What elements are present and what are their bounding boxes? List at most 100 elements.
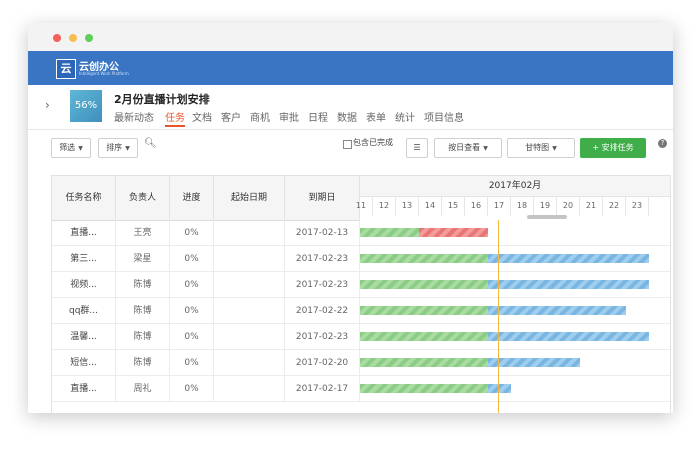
progress-cell: 0% — [170, 324, 214, 350]
maximize-window-button[interactable] — [85, 34, 93, 42]
gantt-table: 任务名称 负责人 进度 起始日期 到期日 2017年02月 11 12 13 14 15… — [51, 175, 671, 413]
gantt-bar-done[interactable] — [360, 228, 419, 237]
gantt-day-cell: 20 — [557, 196, 580, 216]
include-completed-checkbox[interactable] — [343, 140, 352, 149]
chart-type-select[interactable]: 甘特图 ▼ — [507, 138, 575, 158]
list-view-button[interactable]: ☰ — [406, 138, 428, 158]
table-row[interactable]: 第三... 梁星 0% 2017-02-23 — [52, 246, 670, 272]
chevron-down-icon: ▼ — [552, 145, 557, 152]
table-row[interactable]: qq群... 陈博 0% 2017-02-22 — [52, 298, 670, 324]
gantt-bar-done[interactable] — [360, 280, 488, 289]
gantt-day-cell: 22 — [603, 196, 626, 216]
owner-cell: 陈博 — [116, 272, 170, 298]
due-date-cell: 2017-02-22 — [285, 298, 360, 324]
gantt-day-cell: 15 — [442, 196, 465, 216]
tab-approval[interactable]: 审批 — [279, 109, 299, 124]
task-name-cell: 第三... — [52, 246, 116, 272]
owner-cell: 周礼 — [116, 376, 170, 402]
gantt-bar-done[interactable] — [360, 332, 488, 341]
gantt-bar-remaining[interactable] — [488, 254, 649, 263]
gantt-day-cell: 13 — [396, 196, 419, 216]
gantt-bar-remaining[interactable] — [488, 384, 511, 393]
app-header: 云 云创办公 Intelligent Work Platform — [28, 51, 673, 85]
table-row[interactable]: 短信... 陈博 0% 2017-02-20 — [52, 350, 670, 376]
view-by-label: 按日查看 — [448, 143, 481, 152]
filter-label: 筛选 — [59, 143, 76, 152]
header-task-name[interactable]: 任务名称 — [52, 176, 116, 220]
owner-cell: 陈博 — [116, 298, 170, 324]
header-start-date[interactable]: 起始日期 — [214, 176, 285, 220]
gantt-horizontal-scrollbar[interactable] — [527, 215, 567, 219]
gantt-day-cell: 12 — [373, 196, 396, 216]
chevron-down-icon: ▼ — [483, 145, 488, 152]
tab-activity[interactable]: 最新动态 — [114, 109, 154, 124]
project-progress-thumbnail: 56% — [70, 90, 102, 122]
table-row[interactable]: 温馨... 陈博 0% 2017-02-23 — [52, 324, 670, 350]
task-name-cell: 短信... — [52, 350, 116, 376]
gantt-day-cell: 11 — [350, 196, 373, 216]
tab-opportunities[interactable]: 商机 — [250, 109, 270, 124]
chart-type-label: 甘特图 — [525, 143, 550, 152]
gantt-day-cell: 19 — [534, 196, 557, 216]
view-by-select[interactable]: 按日查看 ▼ — [434, 138, 502, 158]
header-progress[interactable]: 进度 — [170, 176, 214, 220]
tab-data[interactable]: 数据 — [337, 109, 357, 124]
tab-stats[interactable]: 统计 — [395, 109, 415, 124]
due-date-cell: 2017-02-23 — [285, 324, 360, 350]
gantt-bar-remaining[interactable] — [488, 358, 580, 367]
sidebar-toggle-chevron-icon[interactable]: › — [45, 98, 57, 128]
table-row[interactable]: 视频... 陈博 0% 2017-02-23 — [52, 272, 670, 298]
logo-icon: 云 — [56, 59, 76, 79]
gantt-bar-remaining[interactable] — [488, 280, 649, 289]
header-due-date[interactable]: 到期日 — [285, 176, 360, 220]
tab-tasks[interactable]: 任务 — [165, 109, 185, 124]
sort-button[interactable]: 排序 ▼ — [98, 138, 138, 158]
close-window-button[interactable] — [53, 34, 61, 42]
gantt-bar-remaining[interactable] — [488, 332, 649, 341]
tab-docs[interactable]: 文档 — [192, 109, 212, 124]
gantt-bar-done[interactable] — [360, 384, 488, 393]
minimize-window-button[interactable] — [69, 34, 77, 42]
gantt-bar-done[interactable] — [360, 358, 488, 367]
gantt-bar-done[interactable] — [360, 306, 488, 315]
search-icon[interactable]: 🔍︎ — [144, 138, 157, 149]
progress-cell: 0% — [170, 298, 214, 324]
today-marker-line — [498, 220, 499, 413]
header-owner[interactable]: 负责人 — [116, 176, 170, 220]
arrange-task-button[interactable]: + 安排任务 — [580, 138, 646, 158]
tab-schedule[interactable]: 日程 — [308, 109, 328, 124]
window-titlebar — [28, 23, 673, 51]
gantt-bar-done[interactable] — [360, 254, 488, 263]
chevron-down-icon: ▼ — [125, 145, 130, 152]
tab-forms[interactable]: 表单 — [366, 109, 386, 124]
active-tab-indicator — [165, 125, 185, 127]
help-icon[interactable]: ? — [658, 139, 667, 148]
start-date-cell — [214, 272, 285, 298]
start-date-cell — [214, 350, 285, 376]
filter-button[interactable]: 筛选 ▼ — [51, 138, 91, 158]
owner-cell: 王亮 — [116, 220, 170, 246]
progress-cell: 0% — [170, 272, 214, 298]
progress-cell: 0% — [170, 350, 214, 376]
gantt-day-cell: 17 — [488, 196, 511, 216]
app-window: 云 云创办公 Intelligent Work Platform › 56% 2… — [28, 23, 673, 413]
start-date-cell — [214, 246, 285, 272]
task-name-cell: qq群... — [52, 298, 116, 324]
gantt-day-cell: 21 — [580, 196, 603, 216]
tab-project-info[interactable]: 项目信息 — [424, 109, 464, 124]
tab-customers[interactable]: 客户 — [221, 109, 241, 124]
brand-subtitle: Intelligent Work Platform — [79, 71, 129, 76]
gantt-day-cell: 14 — [419, 196, 442, 216]
gantt-month-label: 2017年02月 — [360, 176, 670, 197]
owner-cell: 陈博 — [116, 350, 170, 376]
arrange-task-label: + 安排任务 — [592, 143, 634, 152]
owner-cell: 梁星 — [116, 246, 170, 272]
start-date-cell — [214, 220, 285, 246]
chevron-down-icon: ▼ — [78, 145, 83, 152]
task-name-cell: 温馨... — [52, 324, 116, 350]
gantt-bar-remaining[interactable] — [488, 306, 626, 315]
table-row[interactable]: 直播... 周礼 0% 2017-02-17 — [52, 376, 670, 402]
gantt-bar-overdue[interactable] — [419, 228, 488, 237]
owner-cell: 陈博 — [116, 324, 170, 350]
table-row[interactable]: 直播... 王亮 0% 2017-02-13 — [52, 220, 670, 246]
